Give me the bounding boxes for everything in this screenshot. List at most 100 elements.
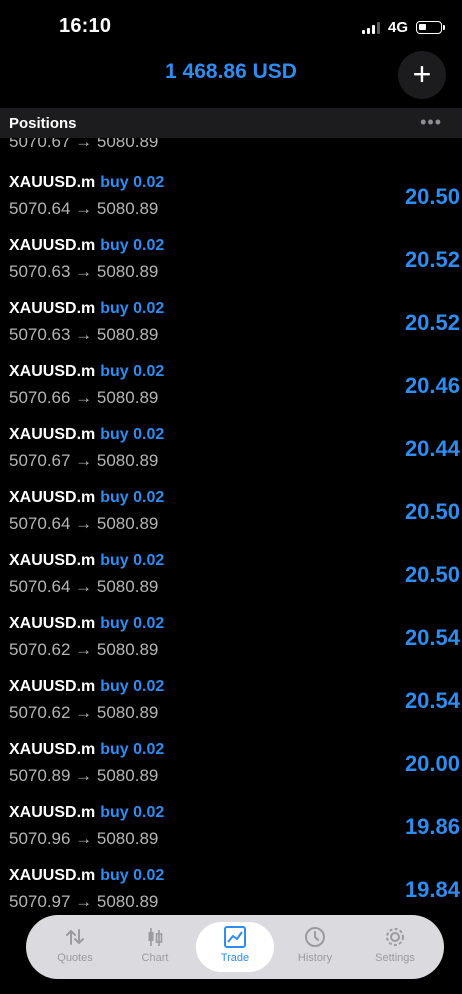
- chart-icon: [116, 924, 194, 950]
- position-prices: 5070.66 → 5080.89: [9, 388, 159, 407]
- tab-quotes[interactable]: Quotes: [36, 922, 114, 972]
- symbol-name: XAUUSD.m: [9, 804, 96, 821]
- position-profit: 19.84: [404, 877, 460, 902]
- position-side: buy 0.02: [100, 552, 165, 569]
- position-row[interactable]: XAUUSD.m buy 0.02 5070.89 → 5080.89 20.00: [0, 739, 462, 802]
- position-profit: 20.50: [404, 184, 460, 209]
- position-profit: 20.46: [404, 373, 460, 398]
- position-prices: 5070.64 → 5080.89: [9, 514, 159, 533]
- position-symbol: XAUUSD.m buy 0.02: [9, 615, 164, 633]
- quotes-icon: [36, 924, 114, 950]
- position-side: buy 0.02: [100, 678, 165, 695]
- tab-history-label: History: [297, 952, 333, 964]
- position-row[interactable]: XAUUSD.m buy 0.02 5070.66 → 5080.89 20.46: [0, 361, 462, 424]
- position-row[interactable]: XAUUSD.m buy 0.02 5070.63 → 5080.89 20.52: [0, 298, 462, 361]
- tab-settings-label: Settings: [375, 952, 415, 964]
- add-order-button[interactable]: +: [398, 51, 446, 99]
- position-prices: 5070.67 → 5080.89: [9, 451, 159, 470]
- symbol-name: XAUUSD.m: [9, 867, 96, 884]
- positions-header: Positions •••: [0, 108, 462, 138]
- position-prices: 5070.62 → 5080.89: [9, 640, 159, 659]
- position-side: buy 0.02: [100, 804, 165, 821]
- symbol-name: XAUUSD.m: [9, 174, 96, 191]
- position-symbol: XAUUSD.m buy 0.02: [9, 300, 164, 318]
- tab-chart[interactable]: Chart: [116, 922, 194, 972]
- position-prices: 5070.64 → 5080.89: [9, 577, 159, 596]
- symbol-name: XAUUSD.m: [9, 426, 96, 443]
- symbol-name: XAUUSD.m: [9, 615, 96, 632]
- position-symbol: XAUUSD.m buy 0.02: [9, 489, 164, 507]
- position-side: buy 0.02: [100, 741, 165, 758]
- position-symbol: XAUUSD.m buy 0.02: [9, 174, 164, 192]
- status-indicators: 4G: [361, 19, 445, 36]
- tab-bar: Quotes Chart Trade History Settings: [26, 915, 444, 979]
- position-profit: 20.50: [404, 499, 460, 524]
- position-side: buy 0.02: [100, 426, 165, 443]
- position-profit: 20.52: [404, 310, 460, 335]
- symbol-name: XAUUSD.m: [9, 741, 96, 758]
- position-prices: 5070.97 → 5080.89: [9, 892, 159, 911]
- position-profit: 20.54: [404, 625, 460, 650]
- positions-list[interactable]: 5070.67 → 5080.89 XAUUSD.m buy 0.02 5070.6…: [0, 138, 462, 994]
- position-profit: 20.44: [404, 436, 460, 461]
- position-prices: 5070.62 → 5080.89: [9, 703, 159, 722]
- tab-trade-label: Trade: [220, 952, 250, 964]
- symbol-name: XAUUSD.m: [9, 552, 96, 569]
- position-profit: 20.50: [404, 562, 460, 587]
- position-symbol: XAUUSD.m buy 0.02: [9, 741, 164, 759]
- settings-icon: [356, 924, 434, 950]
- position-symbol: XAUUSD.m buy 0.02: [9, 804, 164, 822]
- symbol-name: XAUUSD.m: [9, 237, 96, 254]
- position-row[interactable]: XAUUSD.m buy 0.02 5070.62 → 5080.89 20.54: [0, 613, 462, 676]
- position-side: buy 0.02: [100, 174, 165, 191]
- tab-quotes-label: Quotes: [57, 952, 93, 964]
- position-symbol: XAUUSD.m buy 0.02: [9, 678, 164, 696]
- plus-icon: +: [412, 55, 432, 92]
- position-row[interactable]: XAUUSD.m buy 0.02 5070.67 → 5080.89 20.44: [0, 424, 462, 487]
- symbol-name: XAUUSD.m: [9, 489, 96, 506]
- more-options-icon[interactable]: •••: [420, 112, 442, 133]
- position-profit: 20.54: [404, 688, 460, 713]
- position-side: buy 0.02: [100, 363, 165, 380]
- symbol-name: XAUUSD.m: [9, 363, 96, 380]
- position-side: buy 0.02: [100, 237, 165, 254]
- position-row[interactable]: XAUUSD.m buy 0.02 5070.64 → 5080.89 20.50: [0, 172, 462, 235]
- position-symbol: XAUUSD.m buy 0.02: [9, 237, 164, 255]
- position-symbol: XAUUSD.m buy 0.02: [9, 867, 164, 885]
- symbol-name: XAUUSD.m: [9, 678, 96, 695]
- tab-trade[interactable]: Trade: [196, 922, 274, 972]
- position-row[interactable]: XAUUSD.m buy 0.02 5070.63 → 5080.89 20.52: [0, 235, 462, 298]
- position-row[interactable]: XAUUSD.m buy 0.02 5070.64 → 5080.89 20.50: [0, 487, 462, 550]
- position-row[interactable]: XAUUSD.m buy 0.02 5070.64 → 5080.89 20.50: [0, 550, 462, 613]
- account-balance: 1 468.86 USD: [165, 60, 297, 83]
- position-prices: 5070.63 → 5080.89: [9, 325, 159, 344]
- tab-chart-label: Chart: [141, 952, 169, 964]
- battery-icon: [416, 21, 445, 34]
- symbol-name: XAUUSD.m: [9, 300, 96, 317]
- trade-icon: [196, 924, 274, 950]
- position-side: buy 0.02: [100, 615, 165, 632]
- position-symbol: XAUUSD.m buy 0.02: [9, 426, 164, 444]
- positions-title: Positions: [9, 115, 77, 132]
- network-type: 4G: [387, 19, 408, 36]
- signal-icon: [361, 21, 380, 34]
- position-profit: 20.52: [404, 247, 460, 272]
- position-prices: 5070.64 → 5080.89: [9, 199, 159, 218]
- status-bar: 16:10 4G: [0, 0, 462, 56]
- position-side: buy 0.02: [100, 300, 165, 317]
- history-icon: [276, 924, 354, 950]
- position-symbol: XAUUSD.m buy 0.02: [9, 552, 164, 570]
- position-side: buy 0.02: [100, 867, 165, 884]
- partial-position-prices: 5070.67 → 5080.89: [9, 138, 159, 151]
- position-row[interactable]: XAUUSD.m buy 0.02 5070.96 → 5080.89 19.86: [0, 802, 462, 865]
- position-row[interactable]: XAUUSD.m buy 0.02 5070.62 → 5080.89 20.54: [0, 676, 462, 739]
- position-profit: 20.00: [404, 751, 460, 776]
- tab-history[interactable]: History: [276, 922, 354, 972]
- position-side: buy 0.02: [100, 489, 165, 506]
- position-prices: 5070.63 → 5080.89: [9, 262, 159, 281]
- position-profit: 19.86: [404, 814, 460, 839]
- position-prices: 5070.96 → 5080.89: [9, 829, 159, 848]
- position-prices: 5070.89 → 5080.89: [9, 766, 159, 785]
- tab-settings[interactable]: Settings: [356, 922, 434, 972]
- position-symbol: XAUUSD.m buy 0.02: [9, 363, 164, 381]
